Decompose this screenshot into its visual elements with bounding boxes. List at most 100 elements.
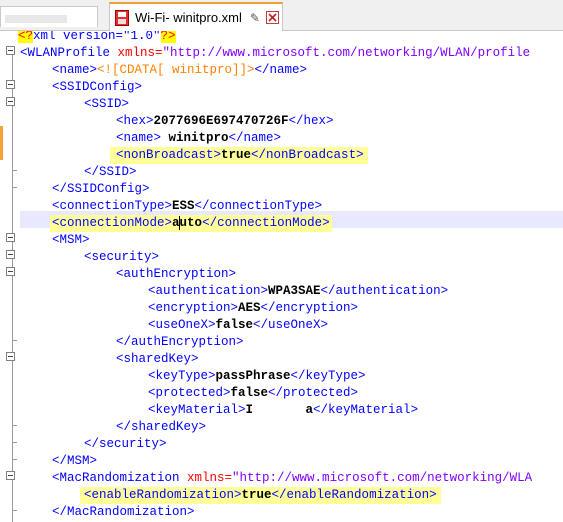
tag: </keyType> <box>290 369 366 383</box>
code-line: <authEncryption> <box>116 266 236 283</box>
code-line: </SSIDConfig> <box>52 181 150 198</box>
tag: <authEncryption> <box>116 267 237 281</box>
fold-guide <box>12 47 13 522</box>
attribute-value: "http://www.microsoft.com/networking/WLA… <box>162 46 531 60</box>
tag: <hex> <box>116 114 154 128</box>
fold-toggle-icon[interactable] <box>6 267 15 276</box>
tag: <MSM> <box>52 233 90 247</box>
code-line: <SSID> <box>84 96 129 113</box>
tag: <connectionType> <box>52 199 173 213</box>
tag: </security> <box>84 437 167 451</box>
fold-toggle-icon[interactable] <box>6 233 15 242</box>
tag: <sharedKey> <box>116 352 199 366</box>
tag: </name> <box>228 131 282 145</box>
attribute: xmlns= <box>110 46 163 60</box>
tag: <name> <box>116 131 162 145</box>
tag: <encryption> <box>148 301 239 315</box>
code-line: <keyType>passPhrase</keyType> <box>148 368 366 385</box>
code-line: <keyMaterial>I a</keyMaterial> <box>148 402 418 419</box>
tag: </enableRandomization> <box>271 488 437 502</box>
code-line: <name> winitpro</name> <box>116 130 281 147</box>
element-text: ESS <box>172 199 195 213</box>
pi-close: ?> <box>160 31 176 43</box>
tag: </useOneX> <box>253 318 329 332</box>
save-file-icon <box>115 9 129 26</box>
element-text-redacted: I a <box>245 403 314 417</box>
tag: </keyMaterial> <box>313 403 419 417</box>
tab-active[interactable]: Wi-Fi- winitpro.xml ✎ <box>109 2 283 31</box>
code-line: </SSID> <box>84 164 137 181</box>
tag: </SSID> <box>84 165 137 179</box>
tag: <MacRandomization <box>52 471 180 485</box>
fold-toggle-icon[interactable] <box>6 471 15 480</box>
pin-icon[interactable]: ✎ <box>250 11 260 25</box>
code-line: <SSIDConfig> <box>52 79 142 96</box>
tag: </MSM> <box>52 454 98 468</box>
code-line: </sharedKey> <box>116 419 206 436</box>
code-line: <MacRandomization xmlns="http://www.micr… <box>52 470 532 487</box>
tag: </MacRandomization> <box>52 505 195 519</box>
tag: </SSIDConfig> <box>52 182 150 196</box>
tag: </hex> <box>288 114 334 128</box>
fold-end-mark <box>12 187 17 188</box>
tag: <SSID> <box>84 97 130 111</box>
element-text: winitpro <box>161 131 229 145</box>
code-line-highlighted: <connectionMode>auto</connectionMode> <box>50 215 332 232</box>
tag: </connectionMode> <box>202 216 330 230</box>
change-marker <box>0 126 3 160</box>
tag: <keyMaterial> <box>148 403 246 417</box>
xml-declaration: xml version="1.0" <box>33 31 161 43</box>
tab-bar: Wi-Fi- winitpro.xml ✎ <box>0 0 563 31</box>
tag: </protected> <box>268 386 359 400</box>
fold-toggle-icon[interactable] <box>6 97 15 106</box>
element-text: AES <box>238 301 261 315</box>
tag: <nonBroadcast> <box>116 148 222 162</box>
close-icon[interactable] <box>265 11 279 24</box>
code-line: <security> <box>84 249 159 266</box>
tag: </authEncryption> <box>116 335 244 349</box>
fold-end-mark <box>12 442 17 443</box>
code-line-highlighted: <nonBroadcast>true</nonBroadcast> <box>110 147 368 164</box>
element-text: false <box>215 318 254 332</box>
fold-toggle-icon[interactable] <box>6 46 15 55</box>
tag: <enableRandomization> <box>84 488 242 502</box>
fold-toggle-icon[interactable] <box>6 250 15 259</box>
element-text: passPhrase <box>215 369 291 383</box>
code-line: <connectionType>ESS</connectionType> <box>52 198 322 215</box>
fold-toggle-icon[interactable] <box>6 80 15 89</box>
code-line: </security> <box>84 436 167 453</box>
tag: </nonBroadcast> <box>251 148 364 162</box>
code-line-highlighted: <enableRandomization>true</enableRandomi… <box>80 487 441 504</box>
tag: <WLANProfile <box>20 46 111 60</box>
code-line: <encryption>AES</encryption> <box>148 300 358 317</box>
fold-end-mark <box>12 459 17 460</box>
tag: </sharedKey> <box>116 420 207 434</box>
tag: <security> <box>84 250 160 264</box>
tab-previous[interactable] <box>0 6 98 27</box>
element-text: uto <box>179 216 203 230</box>
tag: <useOneX> <box>148 318 216 332</box>
code-line: <sharedKey> <box>116 351 199 368</box>
fold-end-mark <box>12 425 17 426</box>
tab-previous-label-redacted <box>5 15 67 23</box>
tag: <keyType> <box>148 369 216 383</box>
code-line: </MacRandomization> <box>52 504 195 521</box>
element-text: WPA3SAE <box>268 284 321 298</box>
element-text: true <box>241 488 272 502</box>
code-editor[interactable]: <?xml version="1.0"?> <WLANProfile xmlns… <box>0 31 563 522</box>
fold-toggle-icon[interactable] <box>6 352 15 361</box>
code-line: <WLANProfile xmlns="http://www.microsoft… <box>20 45 530 62</box>
code-line: <name><![CDATA[ winitpro]]></name> <box>52 62 307 79</box>
tab-title: Wi-Fi- winitpro.xml <box>135 10 242 25</box>
fold-end-mark <box>12 510 17 511</box>
tag: <authentication> <box>148 284 269 298</box>
fold-end-mark <box>12 340 17 341</box>
tag: </connectionType> <box>194 199 323 213</box>
tag: <name> <box>52 63 98 77</box>
fold-end-mark <box>12 170 17 171</box>
tag: </encryption> <box>260 301 359 315</box>
code-line: <protected>false</protected> <box>148 385 358 402</box>
code-line: </authEncryption> <box>116 334 244 351</box>
attribute: xmlns= <box>179 471 233 485</box>
code-line: <hex>2077696E697470726F</hex> <box>116 113 334 130</box>
